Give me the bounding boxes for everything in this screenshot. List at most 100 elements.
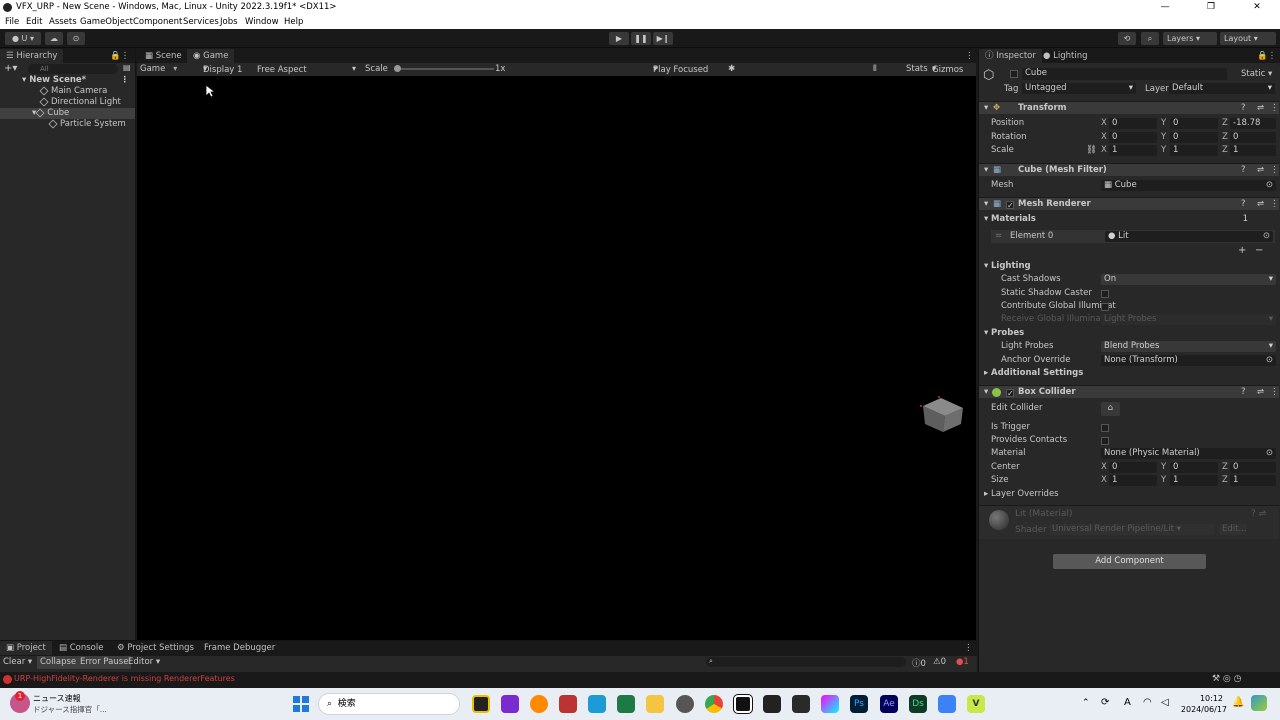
aspect-chevron-icon[interactable]: ▾ xyxy=(352,64,356,73)
status-icons[interactable]: ⚒ ◎ ◷ xyxy=(1212,674,1242,684)
constrain-proportions-icon[interactable]: ⛓ xyxy=(1086,144,1097,157)
position-x-field[interactable]: 0 xyxy=(1109,118,1157,129)
gizmos-dropdown[interactable]: Gizmos ▾ xyxy=(932,64,963,75)
after-effects-icon[interactable]: Ae xyxy=(880,695,898,713)
wifi-icon[interactable]: ◠ xyxy=(1143,697,1152,708)
news-subtitle[interactable]: ドジャース指揮官「... xyxy=(33,704,107,715)
layers-dropdown[interactable]: Layers ▾ xyxy=(1163,32,1217,45)
collider-material-field[interactable]: None (Physic Material) ⊙ xyxy=(1101,448,1276,459)
menu-services[interactable]: Services xyxy=(183,17,219,27)
position-y-field[interactable]: 0 xyxy=(1170,118,1218,129)
play-button[interactable]: ▶ xyxy=(609,32,629,45)
status-message[interactable]: URP-HighFidelity-Renderer is missing Ren… xyxy=(14,674,235,683)
app-gray-icon[interactable] xyxy=(676,695,694,713)
provides-contacts-checkbox[interactable] xyxy=(1101,437,1109,445)
close-button[interactable]: ✕ xyxy=(1234,0,1280,15)
material-element-field[interactable]: ● Lit ⊙ xyxy=(1105,231,1273,242)
anchor-override-field[interactable]: None (Transform) ⊙ xyxy=(1101,355,1276,366)
tray-chevron-icon[interactable]: ⌃ xyxy=(1082,698,1090,708)
tab-game[interactable]: ◉ Game xyxy=(187,49,235,63)
excel-icon[interactable] xyxy=(617,695,635,713)
account-button[interactable]: ● U ▾ xyxy=(5,32,41,45)
menu-help[interactable]: Help xyxy=(284,17,303,27)
add-icon[interactable]: +▾ xyxy=(4,63,17,74)
app-flask-icon[interactable] xyxy=(938,695,956,713)
mesh-filter-header[interactable]: ▾ ▦ Cube (Mesh Filter) ? ⇌ ⋮ xyxy=(979,163,1279,176)
speaker-icon[interactable]: ◁ xyxy=(1161,697,1169,708)
tab-hierarchy[interactable]: ☰ Hierarchy xyxy=(0,49,64,63)
menu-jobs[interactable]: Jobs xyxy=(220,17,238,27)
clock-time[interactable]: 10:12 xyxy=(1183,694,1223,703)
error-count[interactable]: ●1 xyxy=(956,657,969,667)
lighting-foldout[interactable]: ▾ Lighting xyxy=(979,260,1279,273)
clock-date[interactable]: 2024/06/17 xyxy=(1175,705,1227,714)
windows-start-icon[interactable] xyxy=(293,696,309,712)
app-ds-icon[interactable]: Ds xyxy=(909,695,927,713)
collab-icon[interactable]: ⊙ xyxy=(67,32,85,45)
app-editor-icon[interactable] xyxy=(501,695,519,713)
hierarchy-item-particle-system[interactable]: Particle System xyxy=(0,118,135,130)
pause-button[interactable]: ❚❚ xyxy=(631,32,651,45)
scale-z-field[interactable]: 1 xyxy=(1230,145,1276,156)
mesh-renderer-enabled-checkbox[interactable]: ✓ xyxy=(1006,201,1014,210)
tab-lighting[interactable]: ● Lighting xyxy=(1037,49,1093,63)
news-title[interactable]: ニュース速報 xyxy=(33,693,81,704)
file-explorer-icon[interactable] xyxy=(646,695,664,713)
game-viewport[interactable] xyxy=(137,76,976,640)
menu-component[interactable]: Component xyxy=(133,17,182,27)
center-y-field[interactable]: 0 xyxy=(1170,462,1218,473)
rotation-y-field[interactable]: 0 xyxy=(1170,132,1218,143)
vsync-icon[interactable]: ⦀ xyxy=(873,64,877,74)
history-icon[interactable]: ⟲ xyxy=(1118,32,1136,45)
app-notes-icon[interactable] xyxy=(472,695,490,713)
center-z-field[interactable]: 0 xyxy=(1230,462,1276,473)
position-z-field[interactable]: -18.78 xyxy=(1230,118,1276,129)
hierarchy-scene[interactable]: ▾ New Scene* ⋮ xyxy=(0,75,135,86)
app-red-icon[interactable] xyxy=(559,695,577,713)
maximize-button[interactable]: ❐ xyxy=(1188,0,1234,15)
scale-slider-handle[interactable] xyxy=(394,65,401,72)
rotation-z-field[interactable]: 0 xyxy=(1230,132,1276,143)
tag-dropdown[interactable]: Untagged ▾ xyxy=(1022,83,1136,94)
mesh-renderer-header[interactable]: ▾ ▦ ✓ Mesh Renderer ? ⇌ ⋮ xyxy=(979,197,1279,210)
tab-frame-debugger[interactable]: Frame Debugger xyxy=(198,641,281,655)
copilot-icon[interactable] xyxy=(1251,695,1267,711)
tab-project-settings[interactable]: ⚙ Project Settings xyxy=(111,641,200,655)
collapse-button[interactable]: Collapse xyxy=(37,656,80,669)
center-x-field[interactable]: 0 xyxy=(1109,462,1157,473)
notification-icon[interactable]: 🔔 xyxy=(1232,697,1244,708)
layer-overrides-foldout[interactable]: ▸ Layer Overrides xyxy=(979,488,1279,501)
unity-icon[interactable] xyxy=(733,694,753,714)
transform-header[interactable]: ▾ ✥ Transform ? ⇌ ⋮ xyxy=(979,101,1279,114)
size-z-field[interactable]: 1 xyxy=(1230,475,1276,486)
stats-button[interactable]: Stats xyxy=(906,64,928,74)
hierarchy-item-cube[interactable]: ▾ Cube xyxy=(0,107,135,119)
remove-material-button[interactable]: − xyxy=(1255,245,1263,256)
menu-window[interactable]: Window xyxy=(245,17,279,27)
cloud-icon[interactable]: ☁ xyxy=(45,32,63,45)
static-shadow-checkbox[interactable] xyxy=(1101,290,1109,298)
menu-gameobject[interactable]: GameObject xyxy=(80,17,133,27)
app-dark-icon[interactable] xyxy=(763,695,781,713)
search-icon[interactable]: ⌕ xyxy=(1141,32,1159,45)
static-toggle[interactable]: Static ▾ xyxy=(1241,69,1272,79)
materials-row[interactable]: ▾ Materials 1 xyxy=(979,213,1279,226)
step-button[interactable]: ▶❙ xyxy=(653,32,673,45)
menu-edit[interactable]: Edit xyxy=(26,17,42,27)
warning-count[interactable]: ⚠0 xyxy=(933,657,946,667)
minimize-button[interactable]: — xyxy=(1142,0,1188,15)
size-x-field[interactable]: 1 xyxy=(1109,475,1157,486)
mesh-field[interactable]: ▦ Cube ⊙ xyxy=(1101,180,1276,191)
box-collider-enabled-checkbox[interactable]: ✓ xyxy=(1006,389,1014,398)
edit-collider-button[interactable]: ⌂ xyxy=(1101,402,1120,416)
scale-slider[interactable] xyxy=(394,65,494,72)
hierarchy-search-input[interactable]: All xyxy=(28,64,118,74)
app-k-icon[interactable] xyxy=(792,695,810,713)
menu-assets[interactable]: Assets xyxy=(49,17,77,27)
panel-menu-icon[interactable]: ⋮ xyxy=(959,49,980,63)
is-trigger-checkbox[interactable] xyxy=(1101,424,1109,432)
light-probes-dropdown[interactable]: Blend Probes ▾ xyxy=(1101,341,1276,352)
materials-count[interactable]: 1 xyxy=(1231,214,1276,225)
inspector-menu-icon[interactable]: 🔒⋮ xyxy=(1251,49,1280,63)
console-menu-icon[interactable]: ⋮ xyxy=(958,641,979,655)
